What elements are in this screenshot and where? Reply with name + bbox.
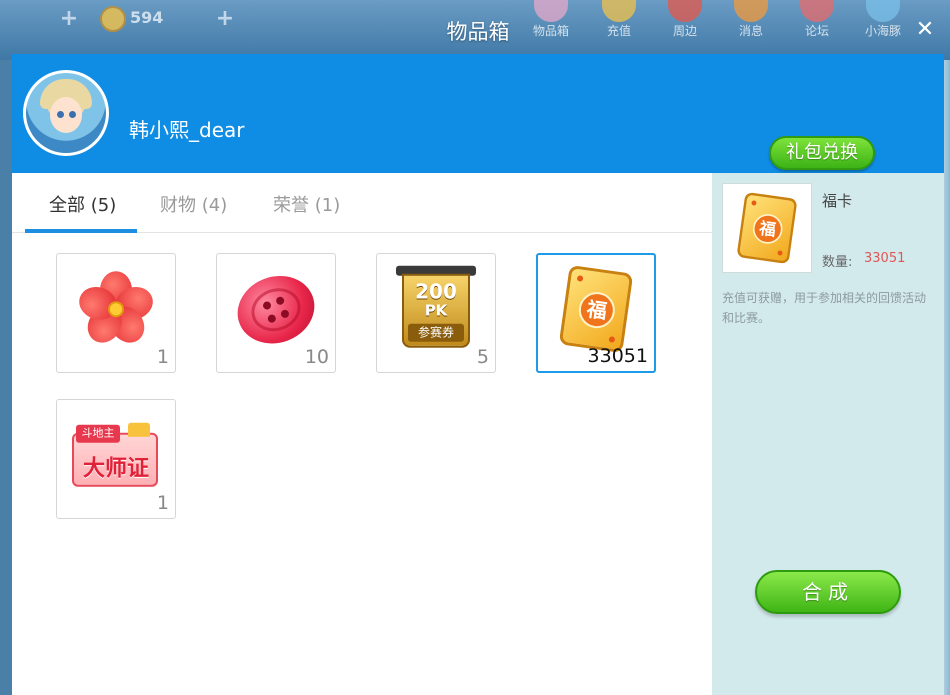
profile-header: 韩小熙_dear 礼包兑换 [12, 54, 944, 173]
window-title: 物品箱 [446, 20, 510, 44]
fu-card-icon: 福 [736, 191, 798, 265]
category-tabs: 全部 (5) 财物 (4) 荣誉 (1) [12, 173, 712, 233]
detail-item-preview: 福 [722, 183, 812, 273]
ticket-icon: 200 PK 参赛券 [396, 265, 476, 352]
item-count: 1 [156, 492, 169, 514]
item-detail-panel: 福 福卡 数量: 33051 充值可获赠，用于参加相关的回馈活动和比赛。 合成 [712, 173, 944, 695]
gift-redeem-button[interactable]: 礼包兑换 [769, 136, 875, 170]
item-box-window: 物品箱 ✕ 韩小熙_dear 礼包兑换 全部 (5) 财物 (4) 荣誉 (1) [12, 18, 944, 695]
flower-icon [74, 271, 158, 350]
item-slot-master-certificate[interactable]: 斗地主 大师证 1 [56, 399, 176, 519]
item-slot-flower[interactable]: 1 [56, 253, 176, 373]
item-list-panel: 全部 (5) 财物 (4) 荣誉 (1) 1 10 200 PK 参赛券 5 福… [12, 173, 712, 695]
item-slot-fu-card[interactable]: 福 33051 [536, 253, 656, 373]
master-certificate-icon: 斗地主 大师证 [72, 422, 160, 489]
detail-description: 充值可获赠，用于参加相关的回馈活动和比赛。 [722, 291, 927, 325]
fu-card-icon: 福 [558, 264, 634, 354]
item-count: 33051 [587, 345, 648, 367]
tab-property[interactable]: 财物 (4) [160, 191, 227, 217]
item-count: 1 [156, 346, 169, 368]
detail-quantity-value: 33051 [864, 251, 906, 266]
compose-button[interactable]: 合成 [755, 570, 901, 614]
item-slot-ticket[interactable]: 200 PK 参赛券 5 [376, 253, 496, 373]
tab-all[interactable]: 全部 (5) [49, 191, 116, 217]
tab-honor[interactable]: 荣誉 (1) [273, 191, 340, 217]
active-tab-underline [25, 229, 137, 233]
avatar [23, 70, 109, 156]
detail-quantity-label: 数量: [822, 255, 853, 270]
item-count: 5 [476, 346, 489, 368]
username: 韩小熙_dear [129, 118, 245, 142]
button-icon [228, 265, 324, 355]
close-icon[interactable]: ✕ [912, 18, 938, 44]
item-count: 10 [304, 346, 329, 368]
item-slot-button[interactable]: 10 [216, 253, 336, 373]
detail-item-name: 福卡 [822, 192, 853, 210]
